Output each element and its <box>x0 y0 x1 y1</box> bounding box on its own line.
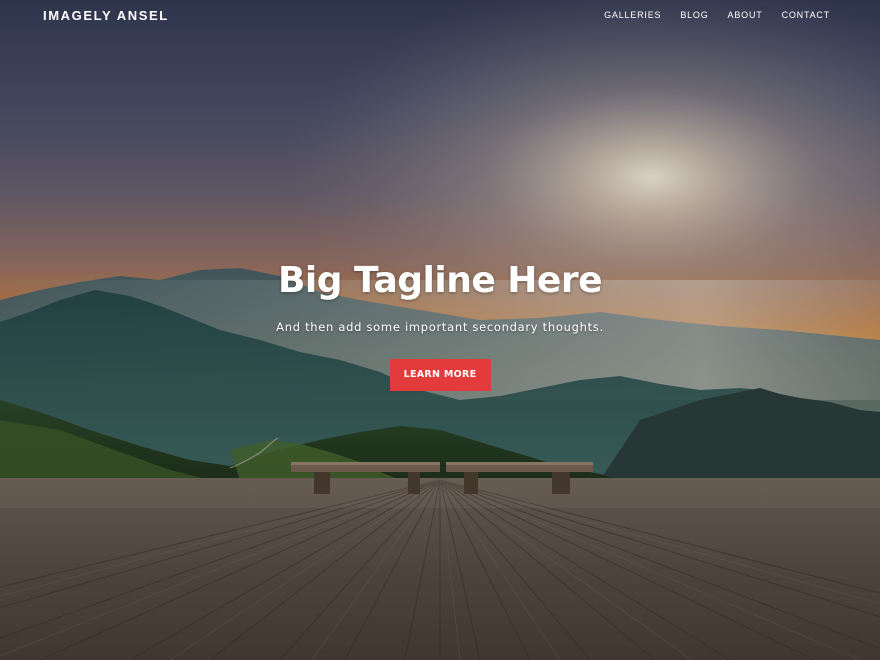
hero-tagline: Big Tagline Here <box>277 260 603 301</box>
hero-content: Big Tagline Here And then add some impor… <box>0 256 880 391</box>
learn-more-button[interactable]: LEARN MORE <box>389 359 491 391</box>
hero-subtitle: And then add some important secondary th… <box>276 320 604 334</box>
nav-item-about[interactable]: ABOUT <box>728 10 763 20</box>
hero-section: IMAGELY ANSEL GALLERIES BLOG ABOUT CONTA… <box>0 0 880 660</box>
nav-item-contact[interactable]: CONTACT <box>782 10 830 20</box>
site-logo[interactable]: IMAGELY ANSEL <box>43 8 169 23</box>
top-navigation-bar: IMAGELY ANSEL GALLERIES BLOG ABOUT CONTA… <box>0 0 880 32</box>
nav-item-blog[interactable]: BLOG <box>680 10 708 20</box>
nav-item-galleries[interactable]: GALLERIES <box>604 10 661 20</box>
main-nav: GALLERIES BLOG ABOUT CONTACT <box>585 10 830 20</box>
